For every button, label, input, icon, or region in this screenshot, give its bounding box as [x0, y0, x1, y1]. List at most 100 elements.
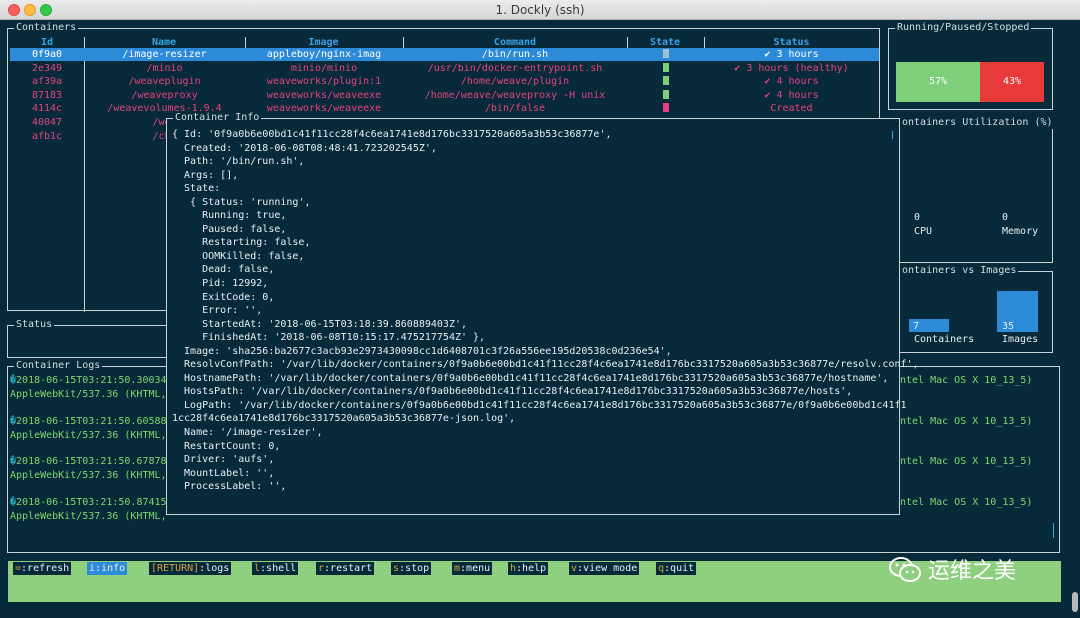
shortcut-label: :help — [516, 563, 547, 574]
container-info-title: Container Info — [173, 112, 262, 124]
table-row[interactable]: af39a/weaveplugin weaveworks/plugin:1/hom… — [10, 75, 879, 88]
table-row[interactable]: 0f9a0/image-resizer appleboy/nginx-imag/b… — [10, 48, 879, 61]
state-indicator — [627, 75, 704, 88]
table-row[interactable]: 87183/weaveproxy weaveworks/weaveexe/home… — [10, 89, 879, 102]
shortcut-label: :restart — [324, 563, 373, 574]
cell-id: 87183 — [31, 89, 63, 101]
cell-name: /image-resizer — [122, 49, 207, 60]
shortcut-shell[interactable]: l:shell — [252, 562, 299, 575]
watermark: 运维之美 — [888, 553, 1016, 585]
cell-id: 2e349 — [31, 62, 63, 74]
info-line: StartedAt: '2018-06-15T03:18:39.86088940… — [172, 318, 468, 330]
info-line: Running: true, — [172, 210, 287, 222]
cell-command: /bin/run.sh — [481, 49, 549, 60]
info-line: { Status: 'running', — [172, 196, 311, 208]
info-line: Created: '2018-06-08T08:48:41.723202545Z… — [172, 142, 437, 154]
column-header-id[interactable]: Id — [10, 37, 84, 48]
info-line: FinishedAt: '2018-06-08T10:15:17.4752177… — [172, 332, 486, 344]
column-header-name[interactable]: Name — [84, 37, 244, 48]
log-tail: ntel Mac OS X 10_13_5) — [900, 496, 1033, 508]
utilization-title: ontainers Utilization (%) — [900, 117, 1055, 129]
container-info-content: { Id: '0f9a0b6e00bd1c41f11cc28f4c6ea1741… — [172, 128, 919, 494]
info-line: ExitCode: 0, — [172, 291, 275, 303]
column-header-status[interactable]: Status — [704, 37, 879, 48]
state-square-icon — [662, 49, 669, 58]
cell-image: weaveworks/weaveexe — [266, 103, 382, 115]
shortcut-label: :view mode — [577, 563, 638, 574]
info-line: { Id: '0f9a0b6e00bd1c41f11cc28f4c6ea1741… — [172, 129, 612, 140]
stopped-bar: 43% — [980, 62, 1044, 102]
state-indicator — [627, 102, 704, 115]
info-line: RestartCount: 0, — [172, 440, 281, 452]
shortcut-key: [RETURN] — [151, 563, 200, 574]
shortcut-label: :info — [95, 563, 126, 574]
cell-command: /home/weave/plugin — [460, 76, 570, 88]
cell-command: /home/weave/weaveproxy -H unix — [424, 89, 606, 101]
table-row[interactable]: 4114c/weavevolumes-1.9.4 weaveworks/weave… — [10, 102, 879, 115]
status-panel-title: Status — [14, 319, 55, 331]
shortcut-logs[interactable]: [RETURN]:logs — [149, 562, 232, 575]
info-line: ProcessLabel: '', — [172, 481, 287, 493]
log-user-agent: AppleWebKit/537.36 (KHTML, — [10, 429, 167, 441]
info-line: HostnamePath: '/var/lib/docker/container… — [172, 372, 889, 384]
images-count-value: 35 — [1002, 321, 1015, 332]
info-line: Args: [], — [172, 169, 239, 181]
shortcut-label: :shell — [260, 563, 297, 574]
column-header-state[interactable]: State — [627, 37, 703, 48]
info-line: 1cc28f4c6ea1741e8d176bc3317520a605a3b53c… — [172, 413, 516, 425]
cell-name: /weaveproxy — [131, 89, 198, 101]
cell-name: /minio — [146, 62, 183, 74]
log-user-agent: AppleWebKit/537.36 (KHTML, — [10, 510, 167, 522]
cell-image: weaveworks/plugin:1 — [266, 76, 382, 88]
memory-value: 0 — [1002, 212, 1009, 223]
shortcut-quit[interactable]: q:quit — [656, 562, 697, 575]
cell-name: /weaveplugin — [128, 76, 201, 88]
watermark-text: 运维之美 — [928, 559, 1017, 584]
column-header-image[interactable]: Image — [245, 37, 402, 48]
log-tail: ntel Mac OS X 10_13_5) — [900, 375, 1033, 386]
log-user-agent: AppleWebKit/537.36 (KHTML, — [10, 389, 167, 400]
shortcut-stop[interactable]: s:stop — [391, 562, 432, 575]
containers-count-label: Containers — [914, 334, 975, 345]
window-scrollbar[interactable] — [1072, 592, 1078, 612]
info-line: ResolvConfPath: '/var/lib/docker/contain… — [172, 359, 919, 371]
log-timestamp: 2018-06-15T03:21:50.60588 — [16, 415, 167, 427]
container-info-popup[interactable]: Container Info { Id: '0f9a0b6e00bd1c41f1… — [166, 112, 919, 515]
shortcut-info[interactable]: i:info — [87, 562, 128, 575]
cell-id: 4114c — [31, 103, 63, 115]
cell-status: ✔ 3 hours (healthy) — [734, 62, 849, 74]
log-entry: �2018-06-15T03:21:50.87415 — [10, 496, 167, 510]
logs-scrollbar[interactable] — [1053, 523, 1054, 538]
state-square-icon — [662, 103, 669, 113]
cell-status: ✔ 4 hours — [764, 89, 819, 101]
state-square-icon — [662, 76, 669, 86]
info-line: Restarting: false, — [172, 237, 311, 249]
cell-id: af39a — [31, 76, 63, 88]
info-line: Paused: false, — [172, 223, 287, 235]
info-line: Dead: false, — [172, 264, 275, 276]
log-tail: ntel Mac OS X 10_13_5) — [900, 456, 1033, 467]
terminal: Containers Id Name Image Command State S… — [0, 20, 1068, 618]
info-line: MountLabel: '', — [172, 467, 275, 479]
cell-status: ✔ 3 hours — [764, 49, 819, 60]
running-bar: 57% — [896, 62, 980, 102]
shortcut-viewmode[interactable]: v:view mode — [569, 562, 640, 575]
shortcut-menu[interactable]: m:menu — [452, 562, 493, 575]
shortcut-restart[interactable]: r:restart — [316, 562, 375, 575]
cell-id: 0f9a0 — [31, 49, 63, 60]
info-line: Image: 'sha256:ba2677c3acb93e2973430098c… — [172, 345, 672, 357]
shortcut-label: :logs — [199, 563, 230, 574]
table-row[interactable]: 2e349/minio minio/minio/usr/bin/docker-en… — [10, 62, 879, 75]
info-line: Path: '/bin/run.sh', — [172, 156, 305, 168]
cell-command: /bin/false — [484, 103, 546, 115]
shortcut-help[interactable]: h:help — [508, 562, 549, 575]
info-line: OOMKilled: false, — [172, 250, 305, 262]
log-user-agent: AppleWebKit/537.36 (KHTML, — [10, 470, 167, 481]
info-line: HostsPath: '/var/lib/docker/containers/0… — [172, 386, 853, 398]
column-header-command[interactable]: Command — [403, 37, 627, 48]
state-indicator — [627, 89, 704, 102]
state-square-icon — [662, 89, 669, 99]
shortcut-refresh[interactable]: =:refresh — [13, 562, 72, 575]
window-title: 1. Dockly (ssh) — [495, 3, 585, 17]
cell-id: afb1c — [31, 130, 63, 142]
